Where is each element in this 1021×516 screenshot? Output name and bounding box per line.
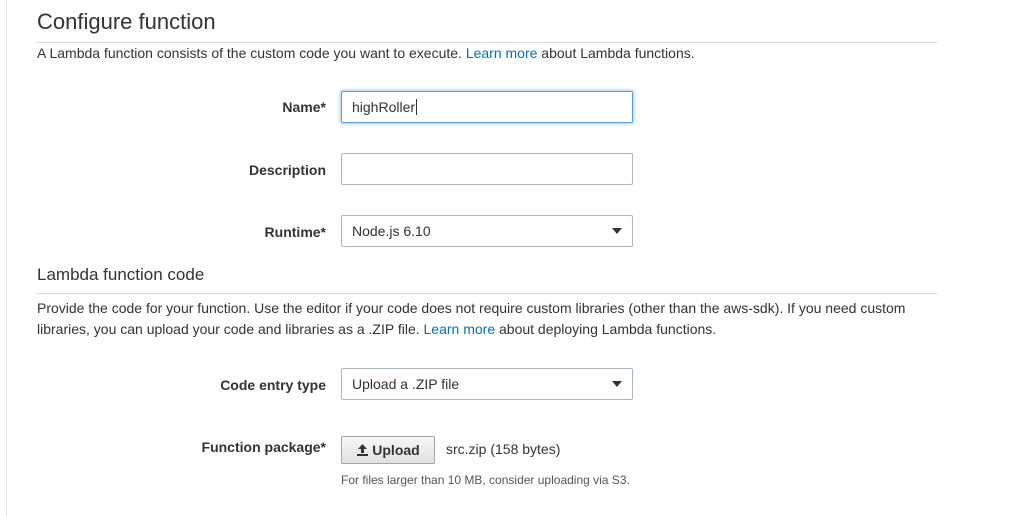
configure-function-description: A Lambda function consists of the custom…	[37, 43, 937, 64]
code-entry-type-select[interactable]: Upload a .ZIP file	[341, 368, 633, 400]
description-text-before: A Lambda function consists of the custom…	[37, 45, 466, 61]
runtime-label: Runtime*	[264, 224, 326, 240]
learn-more-lambda-link[interactable]: Learn more	[466, 45, 538, 61]
description-label: Description	[248, 162, 326, 178]
runtime-select[interactable]: Node.js 6.10	[341, 215, 633, 247]
name-input[interactable]: highRoller	[341, 91, 633, 123]
name-input-value: highRoller	[352, 99, 416, 115]
text-cursor	[416, 99, 418, 115]
description-text-after: about Lambda functions.	[537, 45, 695, 61]
left-border	[6, 0, 7, 516]
code-entry-type-value: Upload a .ZIP file	[352, 376, 460, 392]
upload-button-label: Upload	[372, 442, 420, 458]
chevron-down-icon	[612, 381, 622, 387]
lambda-function-code-heading: Lambda function code	[37, 265, 205, 284]
name-label: Name*	[282, 99, 326, 115]
upload-button[interactable]: Upload	[341, 436, 435, 464]
runtime-select-value: Node.js 6.10	[352, 223, 431, 239]
chevron-down-icon	[612, 228, 622, 234]
learn-more-deploying-link[interactable]: Learn more	[424, 321, 496, 337]
code-description-text-after: about deploying Lambda functions.	[495, 321, 717, 337]
code-entry-type-label: Code entry type	[220, 377, 326, 393]
configure-function-page: Configure function A Lambda function con…	[0, 0, 1021, 516]
configure-function-heading: Configure function	[37, 9, 216, 34]
uploaded-file-info: src.zip (158 bytes)	[446, 441, 561, 457]
upload-help-text: For files larger than 10 MB, consider up…	[341, 473, 630, 487]
lambda-function-code-description: Provide the code for your function. Use …	[37, 298, 927, 340]
section-divider	[37, 293, 937, 294]
function-package-label: Function package*	[201, 439, 326, 455]
upload-icon	[357, 444, 369, 456]
description-input[interactable]	[341, 153, 633, 185]
